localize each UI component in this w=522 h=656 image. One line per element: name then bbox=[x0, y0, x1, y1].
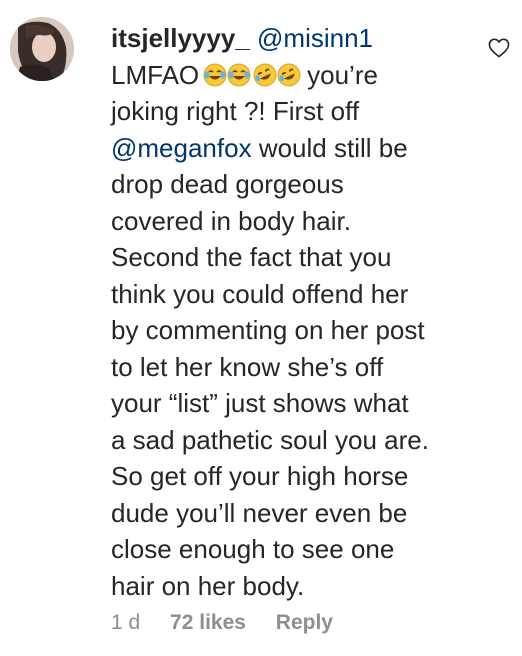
comment-line: a sad pathetic soul you are. bbox=[111, 424, 429, 455]
rofl-emoji bbox=[253, 63, 277, 86]
comment-line: Second the fact that you bbox=[111, 242, 392, 272]
comment-body: itsjellyyyy_ @misinn1 LMFAO you’re jokin… bbox=[111, 20, 483, 604]
comment-line: your “list” just shows what bbox=[111, 388, 409, 418]
comment-line: dude you’ll never even be bbox=[111, 497, 408, 528]
comment-line: by commenting on her post bbox=[111, 315, 425, 345]
avatar[interactable] bbox=[10, 17, 74, 81]
comment-line: hair on her body. bbox=[111, 570, 305, 601]
comment-line: @meganfox would still be bbox=[111, 130, 483, 167]
comment-line: covered in body hair. bbox=[111, 205, 351, 236]
reply-mention[interactable]: @misinn1 bbox=[257, 23, 373, 53]
timestamp: 1 d bbox=[111, 611, 141, 634]
heart-outline-icon[interactable] bbox=[488, 38, 510, 58]
comment-text: you’re bbox=[307, 59, 378, 90]
comment-line: LMFAO you’re bbox=[111, 57, 483, 94]
emoji-group bbox=[203, 63, 303, 87]
comment-text: would still be bbox=[258, 132, 408, 163]
comment-line: close enough to see one bbox=[111, 534, 395, 564]
comment-username[interactable]: itsjellyyyy_ bbox=[111, 23, 250, 53]
rofl-emoji bbox=[277, 63, 301, 86]
comment-line: So get off your high horse bbox=[111, 461, 409, 491]
comment-meta: 1 d 72 likes Reply bbox=[111, 611, 357, 635]
comment-line: to let her know she’s off bbox=[111, 351, 384, 382]
mention-meganfox[interactable]: @meganfox bbox=[111, 133, 252, 163]
comment-line: joking right ?! First off bbox=[111, 96, 360, 126]
comment-line: think you could offend her bbox=[111, 278, 409, 309]
reply-button[interactable]: Reply bbox=[276, 611, 333, 634]
comment-line: drop dead gorgeous bbox=[111, 169, 344, 199]
joy-emoji bbox=[203, 63, 227, 86]
comment-line: itsjellyyyy_ @misinn1 bbox=[111, 20, 483, 57]
comment-text: LMFAO bbox=[111, 59, 200, 90]
likes-count[interactable]: 72 likes bbox=[170, 611, 246, 634]
joy-emoji bbox=[227, 63, 251, 86]
